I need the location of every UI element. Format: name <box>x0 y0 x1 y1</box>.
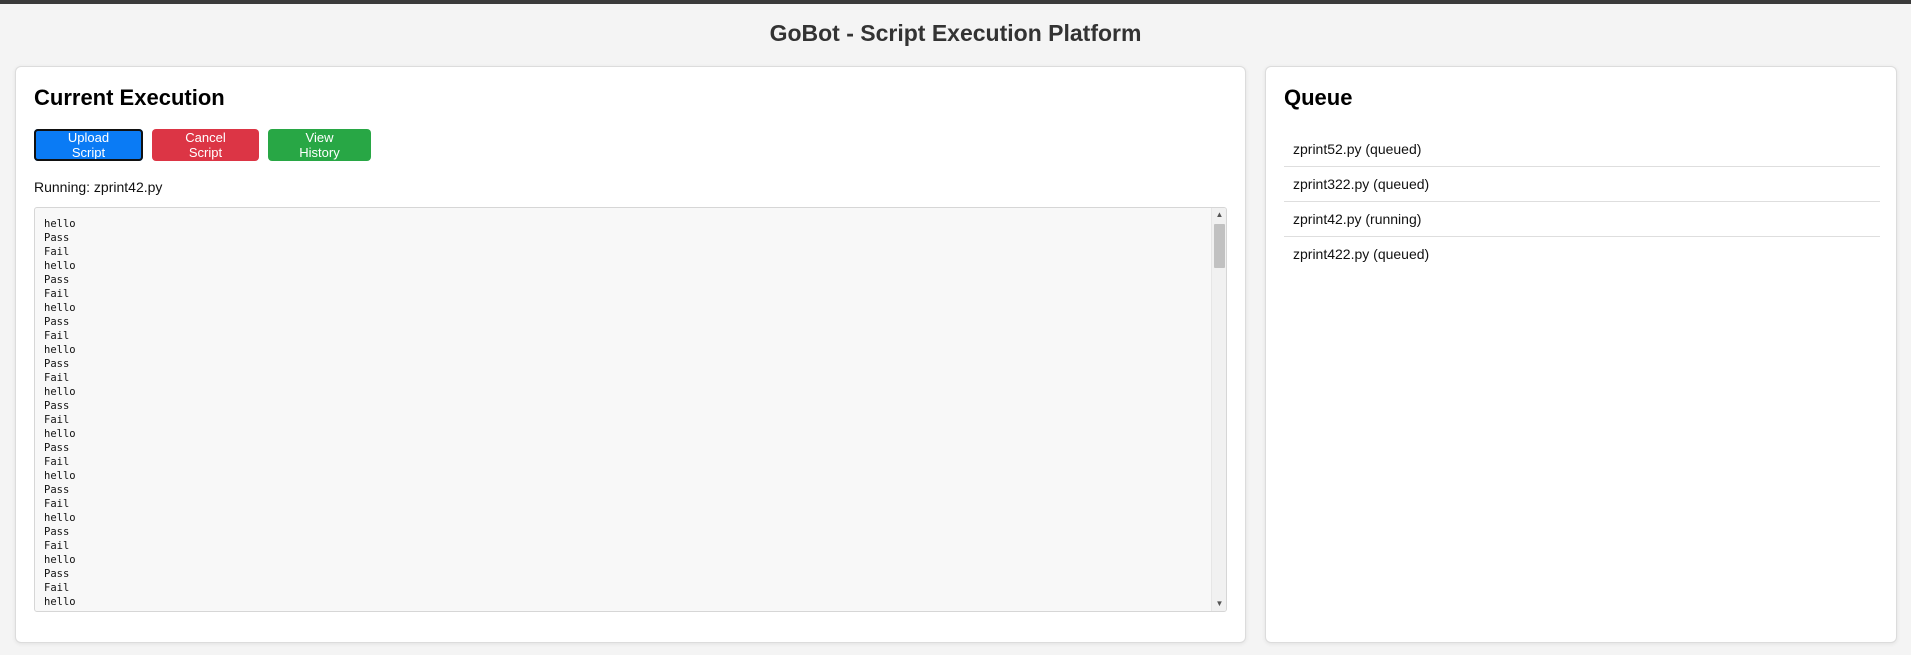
output-line: Fail <box>44 414 70 426</box>
cancel-script-button[interactable]: Cancel Script <box>152 129 259 161</box>
output-line: hello <box>44 596 76 608</box>
queue-list: zprint52.py (queued) zprint322.py (queued… <box>1284 132 1880 272</box>
running-status: Running: zprint42.py <box>34 179 163 195</box>
queue-item: zprint42.py (running) <box>1284 202 1880 237</box>
current-execution-panel: Current Execution Upload Script Cancel S… <box>15 66 1246 643</box>
script-output-console[interactable]: hello Pass Fail hello Pass Fail hello Pass Fail h… <box>34 207 1227 612</box>
output-line: Fail <box>44 582 70 594</box>
output-line: Pass <box>44 484 70 496</box>
output-line: hello <box>44 218 76 230</box>
output-line: Fail <box>44 246 70 258</box>
queue-heading: Queue <box>1284 85 1353 110</box>
output-line: hello <box>44 512 76 524</box>
output-line: Fail <box>44 540 70 552</box>
output-line: hello <box>44 386 76 398</box>
output-line: Pass <box>44 526 70 538</box>
output-line: Fail <box>44 372 70 384</box>
current-execution-heading: Current Execution <box>34 85 225 110</box>
output-line: Pass <box>44 274 70 286</box>
output-line: hello <box>44 428 76 440</box>
page-title: GoBot - Script Execution Platform <box>769 20 1142 46</box>
output-line: Pass <box>44 400 70 412</box>
output-log: hello Pass Fail hello Pass Fail hello Pass Fail h… <box>44 217 76 609</box>
output-line: hello <box>44 554 76 566</box>
output-line: hello <box>44 470 76 482</box>
output-line: hello <box>44 344 76 356</box>
queue-item: zprint422.py (queued) <box>1293 246 1430 262</box>
output-scrollbar[interactable]: ▲ ▼ <box>1211 208 1226 611</box>
output-line: Pass <box>44 316 70 328</box>
output-line: Fail <box>44 330 70 342</box>
output-line: Fail <box>44 456 70 468</box>
execution-toolbar: Upload Script Cancel Script View History <box>34 129 371 161</box>
queue-item: zprint322.py (queued) <box>1284 167 1880 202</box>
output-line: hello <box>44 260 76 272</box>
output-line: Fail <box>44 288 70 300</box>
output-line: Pass <box>44 358 70 370</box>
output-line: Pass <box>44 442 70 454</box>
scroll-down-arrow-icon[interactable]: ▼ <box>1212 597 1226 611</box>
output-line: hello <box>44 302 76 314</box>
scroll-up-arrow-icon[interactable]: ▲ <box>1212 208 1226 222</box>
output-line: Pass <box>44 232 70 244</box>
view-history-button[interactable]: View History <box>268 129 371 161</box>
queue-item: zprint52.py (queued) <box>1284 132 1880 167</box>
output-line: Pass <box>44 568 70 580</box>
upload-script-button[interactable]: Upload Script <box>34 129 143 161</box>
scroll-thumb[interactable] <box>1214 224 1225 268</box>
queue-panel: Queue zprint52.py (queued) zprint322.py (… <box>1265 66 1897 643</box>
top-bar <box>0 0 1911 4</box>
output-line: Fail <box>44 498 70 510</box>
